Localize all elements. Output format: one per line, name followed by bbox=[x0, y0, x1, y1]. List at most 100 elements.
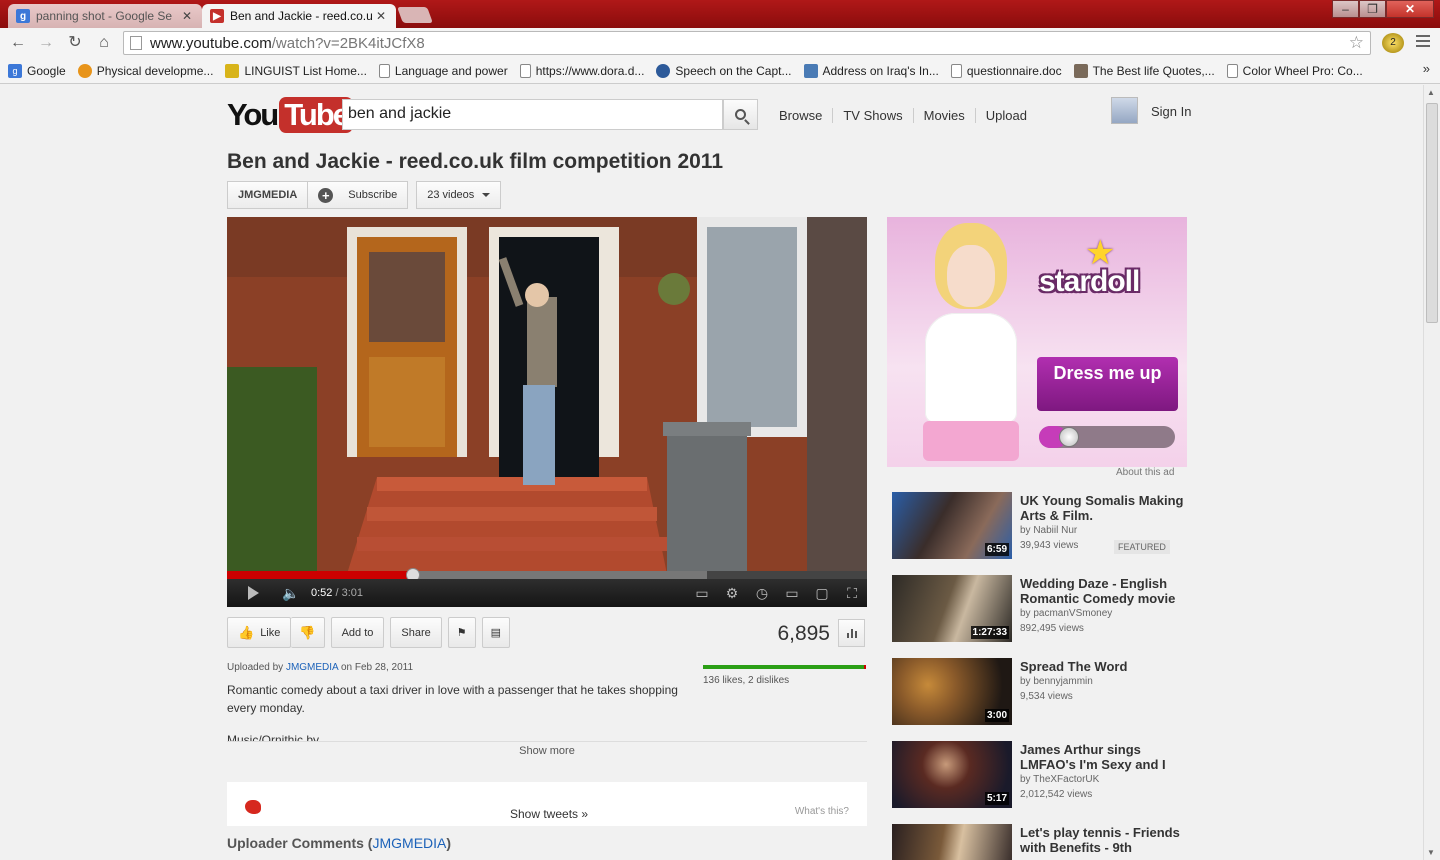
fullscreen-icon[interactable]: ⛶ bbox=[837, 585, 867, 602]
extension-icon[interactable]: 2 bbox=[1382, 33, 1404, 53]
back-arrow-icon[interactable]: ← bbox=[8, 33, 28, 53]
youtube-logo[interactable]: You Tube bbox=[227, 97, 353, 133]
dislike-button[interactable]: 👎 bbox=[291, 617, 325, 648]
scrollbar-thumb[interactable] bbox=[1426, 103, 1438, 323]
bookmark-physical-development[interactable]: Physical developme... bbox=[77, 63, 213, 78]
slider-knob[interactable] bbox=[1059, 427, 1079, 447]
bookmark-address-iraq[interactable]: Address on Iraq's In... bbox=[803, 63, 939, 78]
player-controls: 🔈 0:52 / 3:01 ▭ ⚙ ◷ ▭ ▢ ⛶ bbox=[227, 579, 867, 607]
close-window-button[interactable]: ✕ bbox=[1386, 0, 1434, 18]
scroll-down-icon[interactable]: ▼ bbox=[1427, 848, 1435, 857]
tab-youtube[interactable]: ▶ Ben and Jackie - reed.co.u ✕ bbox=[202, 4, 396, 28]
related-video[interactable]: Let's play tennis - Friends with Benefit… bbox=[892, 824, 1192, 860]
bookmark-label: Color Wheel Pro: Co... bbox=[1242, 63, 1363, 78]
related-title[interactable]: Spread The Word bbox=[1020, 659, 1192, 674]
video-duration: 1:27:33 bbox=[970, 626, 1009, 639]
related-author: by TheXFactorUK bbox=[1020, 774, 1100, 785]
bookmark-color-wheel[interactable]: Color Wheel Pro: Co... bbox=[1226, 63, 1363, 78]
subscribe-button[interactable]: + Subscribe bbox=[308, 181, 409, 209]
bookmark-dora[interactable]: https://www.dora.d... bbox=[519, 63, 644, 78]
about-this-ad-link[interactable]: About this ad bbox=[1116, 467, 1174, 478]
bookmark-google[interactable]: g Google bbox=[8, 63, 66, 78]
page-icon bbox=[950, 63, 962, 78]
tab-google-search[interactable]: g panning shot - Google Se ✕ bbox=[8, 4, 202, 28]
small-player-icon[interactable]: ▭ bbox=[777, 585, 807, 602]
video-thumbnail[interactable]: 1:27:33 bbox=[892, 575, 1012, 642]
show-tweets-button[interactable]: Show tweets » bbox=[510, 807, 588, 821]
whats-this-link[interactable]: What's this? bbox=[795, 806, 849, 817]
close-tab-icon[interactable]: ✕ bbox=[374, 9, 388, 23]
related-title[interactable]: Let's play tennis - Friends with Benefit… bbox=[1020, 825, 1192, 855]
related-title[interactable]: James Arthur sings LMFAO's I'm Sexy and … bbox=[1020, 742, 1192, 772]
flag-button[interactable]: ⚑ bbox=[447, 617, 476, 648]
chrome-menu-icon[interactable] bbox=[1416, 35, 1430, 50]
stardoll-ad[interactable]: ★ stardoll Dress me up bbox=[887, 217, 1187, 467]
home-icon[interactable]: ⌂ bbox=[94, 33, 114, 53]
thumbs-down-icon: 👎 bbox=[299, 624, 316, 640]
bookmark-label: Speech on the Capt... bbox=[675, 63, 792, 78]
videos-dropdown[interactable]: 23 videos bbox=[416, 181, 502, 209]
bookmark-questionnaire[interactable]: questionnaire.doc bbox=[950, 63, 1062, 78]
search-button[interactable] bbox=[723, 99, 758, 130]
browser-titlebar: g panning shot - Google Se ✕ ▶ Ben and J… bbox=[0, 0, 1440, 28]
stats-button[interactable] bbox=[838, 619, 865, 647]
dress-me-up-button[interactable]: Dress me up bbox=[1037, 357, 1178, 411]
scroll-up-icon[interactable]: ▲ bbox=[1427, 88, 1435, 97]
related-video[interactable]: 3:00 Spread The Word by bennyjammin 9,53… bbox=[892, 658, 1192, 728]
share-button[interactable]: Share bbox=[390, 617, 442, 648]
related-video[interactable]: 1:27:33 Wedding Daze - English Romantic … bbox=[892, 575, 1192, 645]
comments-channel-link[interactable]: JMGMEDIA bbox=[372, 835, 446, 851]
video-thumbnail[interactable]: 3:00 bbox=[892, 658, 1012, 725]
add-to-button[interactable]: Add to bbox=[330, 617, 385, 648]
minimize-button[interactable]: – bbox=[1332, 0, 1359, 18]
new-tab-button[interactable] bbox=[397, 7, 433, 23]
tweets-panel: Show tweets » What's this? bbox=[227, 782, 867, 826]
gear-icon[interactable]: ⚙ bbox=[717, 585, 747, 602]
bookmarks-more-icon[interactable]: » bbox=[1423, 61, 1430, 76]
volume-icon[interactable]: 🔈 bbox=[279, 585, 303, 602]
subscribe-label: Subscribe bbox=[348, 189, 398, 201]
bookmark-speech[interactable]: Speech on the Capt... bbox=[656, 63, 792, 78]
bookmark-label: Google bbox=[27, 63, 66, 78]
reload-icon[interactable]: ↻ bbox=[65, 33, 85, 53]
show-more-button[interactable]: Show more bbox=[227, 741, 867, 761]
ad-slider[interactable] bbox=[1039, 426, 1175, 448]
video-player[interactable]: 🔈 0:52 / 3:01 ▭ ⚙ ◷ ▭ ▢ ⛶ bbox=[227, 217, 867, 607]
video-progress-bar[interactable] bbox=[227, 568, 867, 582]
close-tab-icon[interactable]: ✕ bbox=[180, 9, 194, 23]
nav-upload[interactable]: Upload bbox=[974, 108, 1037, 123]
video-thumbnail[interactable]: 5:17 bbox=[892, 741, 1012, 808]
watch-later-icon[interactable]: ◷ bbox=[747, 585, 777, 602]
like-button[interactable]: 👍 Like bbox=[227, 617, 292, 648]
captions-icon[interactable]: ▭ bbox=[687, 585, 717, 602]
maximize-button[interactable]: ❐ bbox=[1359, 0, 1386, 18]
uploader-link[interactable]: JMGMEDIA bbox=[286, 662, 338, 673]
bookmarks-bar: g Google Physical developme... LINGUIST L… bbox=[0, 58, 1440, 84]
related-video[interactable]: 6:59 UK Young Somalis Making Arts & Film… bbox=[892, 492, 1192, 562]
sign-in-link[interactable]: Sign In bbox=[1151, 104, 1191, 119]
forward-arrow-icon[interactable]: → bbox=[36, 33, 56, 53]
related-title[interactable]: Wedding Daze - English Romantic Comedy m… bbox=[1020, 576, 1192, 606]
page-title: Ben and Jackie - reed.co.uk film competi… bbox=[227, 150, 724, 173]
upload-info: Uploaded by JMGMEDIA on Feb 28, 2011 bbox=[227, 662, 413, 673]
transcript-button[interactable]: ▤ bbox=[481, 617, 511, 648]
nav-browse[interactable]: Browse bbox=[779, 108, 832, 123]
avatar[interactable] bbox=[1111, 97, 1138, 124]
related-video[interactable]: 5:17 James Arthur sings LMFAO's I'm Sexy… bbox=[892, 741, 1192, 811]
bookmark-star-icon[interactable]: ☆ bbox=[1349, 33, 1364, 53]
related-title[interactable]: UK Young Somalis Making Arts & Film. bbox=[1020, 493, 1192, 523]
video-thumbnail[interactable] bbox=[892, 824, 1012, 860]
bookmark-linguist[interactable]: LINGUIST List Home... bbox=[225, 63, 367, 78]
nav-tv-shows[interactable]: TV Shows bbox=[832, 108, 912, 123]
bookmark-language-and-power[interactable]: Language and power bbox=[378, 63, 508, 78]
address-bar[interactable]: www.youtube.com/watch?v=2BK4itJCfX8 ☆ bbox=[123, 31, 1371, 55]
channel-button[interactable]: JMGMEDIA bbox=[227, 181, 309, 209]
search-input[interactable]: ben and jackie bbox=[342, 99, 723, 130]
play-icon[interactable] bbox=[248, 586, 259, 600]
page-scrollbar[interactable]: ▲ ▼ bbox=[1423, 85, 1440, 860]
nav-movies[interactable]: Movies bbox=[912, 108, 975, 123]
video-thumbnail[interactable]: 6:59 bbox=[892, 492, 1012, 559]
bookmark-life-quotes[interactable]: The Best life Quotes,... bbox=[1073, 63, 1215, 78]
large-player-icon[interactable]: ▢ bbox=[807, 585, 837, 602]
video-frame[interactable] bbox=[227, 217, 867, 574]
